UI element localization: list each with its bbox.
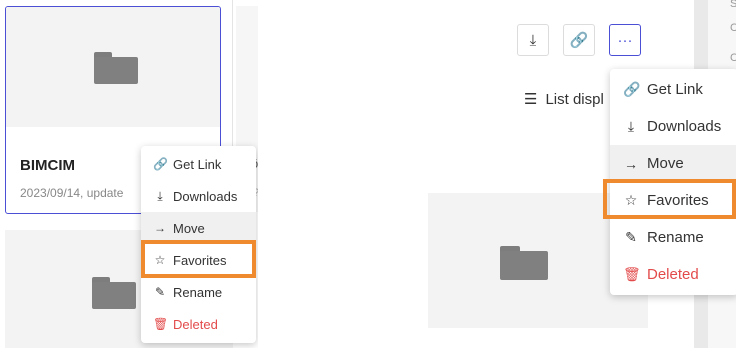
menu-item-downloads[interactable]: ⤓ Downloads: [141, 180, 256, 212]
menu-item-label: Downloads: [173, 188, 238, 204]
menu-item-downloads[interactable]: ⤓ Downloads: [610, 108, 736, 145]
trash-icon: 🗑: [153, 317, 169, 331]
link-icon: 🔗: [569, 32, 589, 49]
pencil-icon: ✎: [154, 285, 166, 299]
folder-name: BIMCIM: [20, 157, 75, 174]
link-icon: 🔗: [623, 81, 641, 97]
menu-item-rename[interactable]: ✎ Rename: [141, 276, 256, 308]
menu-item-label: Downloads: [647, 118, 722, 135]
list-display-label: List displ: [545, 91, 604, 108]
list-icon: ☰: [524, 91, 538, 108]
folder-thumbnail[interactable]: [6, 7, 220, 127]
clipped-text: S: [730, 0, 736, 10]
download-button[interactable]: ⤓: [517, 24, 549, 56]
menu-item-label: Deleted: [173, 316, 218, 332]
favorites-highlight-box: [141, 240, 256, 278]
menu-item-label: Get Link: [647, 81, 703, 98]
menu-item-rename[interactable]: ✎ Rename: [610, 219, 736, 256]
menu-item-move[interactable]: → Move: [610, 145, 736, 182]
folder-icon: [94, 52, 138, 84]
download-icon: ⤓: [157, 188, 163, 203]
folder-date: 2023/09/14, update: [20, 186, 124, 200]
folder-icon: [92, 277, 136, 309]
clipped-text: C: [730, 52, 736, 64]
list-display-toggle[interactable]: ☰ List displ: [524, 90, 604, 108]
folder-icon: [500, 246, 548, 280]
clipped-text: C: [730, 22, 736, 34]
download-icon: ⤓: [627, 118, 635, 134]
menu-item-label: Move: [647, 155, 684, 172]
menu-item-get-link[interactable]: 🔗 Get Link: [141, 148, 256, 180]
pencil-icon: ✎: [625, 229, 637, 245]
more-options-button[interactable]: ···: [609, 24, 641, 56]
copy-link-button[interactable]: 🔗: [563, 24, 595, 56]
favorites-highlight-box: [603, 179, 736, 219]
menu-item-deleted[interactable]: 🗑 Deleted: [141, 308, 256, 340]
menu-item-label: Move: [173, 220, 205, 236]
download-icon: ⤓: [529, 31, 537, 49]
menu-item-label: Rename: [647, 229, 704, 246]
arrow-right-icon: →: [154, 221, 166, 235]
menu-item-get-link[interactable]: 🔗 Get Link: [610, 71, 736, 108]
menu-item-label: Get Link: [173, 156, 222, 172]
trash-icon: 🗑: [623, 266, 641, 282]
more-icon: ···: [617, 31, 633, 49]
gap: [258, 0, 428, 348]
menu-item-label: Rename: [173, 284, 223, 300]
menu-item-label: Deleted: [647, 266, 699, 283]
arrow-right-icon: →: [624, 155, 638, 172]
link-icon: 🔗: [153, 157, 168, 171]
menu-item-deleted[interactable]: 🗑 Deleted: [610, 256, 736, 293]
